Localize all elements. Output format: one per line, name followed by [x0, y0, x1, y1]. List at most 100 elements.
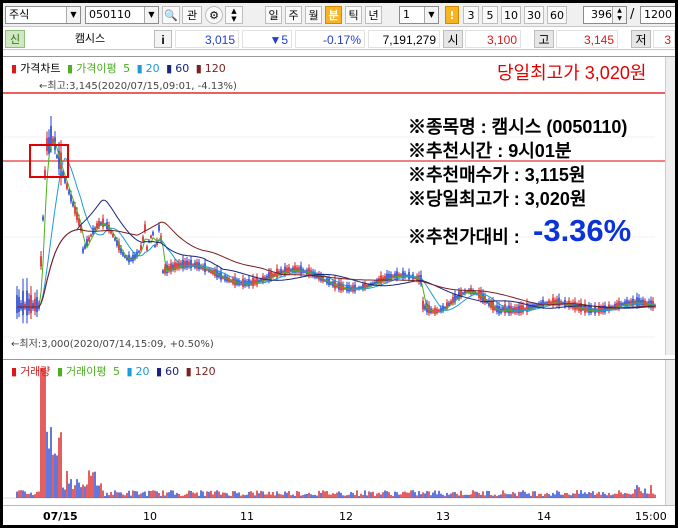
candle-body — [244, 280, 246, 286]
volume-bar — [262, 491, 264, 498]
candle-body — [34, 298, 36, 312]
volume-bar — [440, 493, 442, 498]
volume-bar — [380, 494, 382, 498]
volume-bar — [232, 491, 234, 498]
volume-bar — [456, 493, 458, 498]
volume-bar — [474, 491, 476, 498]
volume-bar — [206, 491, 208, 498]
chevron-down-icon[interactable]: ▼ — [144, 7, 158, 23]
volume-bar — [502, 490, 504, 498]
current-price: 3,015 — [175, 30, 239, 48]
volume-bar — [362, 494, 364, 498]
volume-bar — [290, 495, 292, 498]
volume-bar — [454, 492, 456, 498]
volume-bar — [642, 493, 644, 498]
interval-select[interactable]: 1 ▼ — [399, 6, 439, 24]
stock-code-input[interactable]: 050110 ▼ — [85, 6, 159, 24]
volume-bar — [654, 494, 656, 498]
total-count-input[interactable]: 1200 — [640, 6, 675, 24]
volume-bar — [142, 492, 144, 498]
volume-bar — [530, 495, 532, 498]
volume-bar — [412, 490, 414, 498]
volume-bar — [506, 494, 508, 498]
period-tab-minute[interactable]: 분 — [325, 6, 342, 24]
candle-body — [542, 299, 544, 307]
period-tab-week[interactable]: 주 — [285, 6, 302, 24]
candle-body — [590, 306, 592, 313]
search-button[interactable]: 🔍 — [162, 6, 180, 24]
favorite-button[interactable]: 관 — [182, 6, 202, 24]
count-stepper-icon[interactable]: ▲ ▼ — [612, 7, 626, 23]
candle-body — [196, 262, 198, 269]
volume-bar — [74, 485, 76, 498]
candle-body — [32, 303, 34, 309]
volume-bar — [266, 494, 268, 498]
interval-3-button[interactable]: 3 — [463, 6, 479, 24]
chevron-down-icon[interactable]: ▼ — [424, 7, 438, 23]
volume-bar — [472, 490, 474, 498]
volume-bar — [138, 494, 140, 498]
candle-body — [558, 297, 560, 307]
chart-window: 주식 ▼ 050110 ▼ 🔍 관 ⚙ ▲ ▼ 일 주 월 분 틱 년 1 ▼ !… — [3, 3, 675, 525]
candle-body — [632, 298, 634, 306]
settings-icon[interactable]: ⚙ — [205, 6, 223, 24]
volume-bar — [648, 493, 650, 498]
volume-scrollbar[interactable] — [665, 360, 675, 506]
volume-bar — [480, 494, 482, 498]
volume-bar — [320, 492, 322, 498]
volume-bar — [246, 494, 248, 498]
volume-bar — [400, 494, 402, 498]
market-select[interactable]: 주식 ▼ — [5, 6, 81, 24]
volume-bar — [224, 492, 226, 498]
volume-bar — [56, 455, 58, 498]
main-toolbar: 주식 ▼ 050110 ▼ 🔍 관 ⚙ ▲ ▼ 일 주 월 분 틱 년 1 ▼ !… — [3, 3, 675, 27]
volume-bar — [386, 491, 388, 498]
volume-bar — [238, 492, 240, 498]
volume-bar — [304, 494, 306, 498]
rec-day-high: ※당일최고가 : 3,020원 — [408, 189, 587, 209]
info-icon[interactable]: i — [154, 30, 172, 48]
volume-bar — [94, 471, 96, 498]
period-tab-day[interactable]: 일 — [265, 6, 282, 24]
volume-bar — [576, 490, 578, 498]
volume-bar — [122, 494, 124, 498]
volume-bar — [126, 493, 128, 498]
period-tab-year[interactable]: 년 — [365, 6, 382, 24]
count-input[interactable]: 396 ▲ ▼ — [583, 6, 627, 24]
volume-chart-panel[interactable]: ▮ 거래량 ▮ 거래이평 5 ▮ 20 ▮ 60 ▮ 120 — [3, 359, 675, 506]
volume-bar — [306, 493, 308, 498]
price-chart-panel[interactable]: ▮ 가격차트 ▮ 가격이평 5 ▮ 20 ▮ 60 ▮ 120 당일최고가 3,020원 … — [3, 56, 675, 355]
interval-30-button[interactable]: 30 — [524, 6, 544, 24]
interval-marker[interactable]: ! — [445, 6, 459, 24]
volume-bar — [184, 494, 186, 498]
volume-bar — [360, 493, 362, 498]
candle-body — [28, 299, 30, 311]
interval-10-button[interactable]: 10 — [501, 6, 521, 24]
volume-bar — [244, 495, 246, 498]
chevron-down-icon[interactable]: ▼ — [66, 7, 80, 23]
volume-bar — [516, 495, 518, 498]
stock-name: 캠시스 — [74, 32, 106, 45]
volume-bar — [336, 492, 338, 498]
rec-ratio-value: -3.36% — [533, 213, 632, 248]
candle-body — [56, 155, 58, 158]
volume-bar — [308, 492, 310, 498]
interval-60-button[interactable]: 60 — [547, 6, 567, 24]
volume-bar — [176, 492, 178, 498]
period-tab-tick[interactable]: 틱 — [345, 6, 362, 24]
volume-bar — [82, 484, 84, 498]
volume-bar — [510, 494, 512, 498]
volume-bar — [156, 491, 158, 498]
updown-stepper[interactable]: ▲ ▼ — [225, 6, 243, 24]
volume-bar — [78, 482, 80, 498]
volume-bar — [486, 490, 488, 498]
volume-bar — [226, 493, 228, 498]
volume-bar — [612, 494, 614, 498]
period-tab-month[interactable]: 월 — [305, 6, 322, 24]
volume-bar — [46, 431, 48, 498]
candle-body — [242, 278, 244, 287]
volume-bar — [72, 489, 74, 498]
interval-5-button[interactable]: 5 — [482, 6, 498, 24]
price-scrollbar[interactable] — [665, 57, 675, 355]
volume-bar — [172, 490, 174, 498]
